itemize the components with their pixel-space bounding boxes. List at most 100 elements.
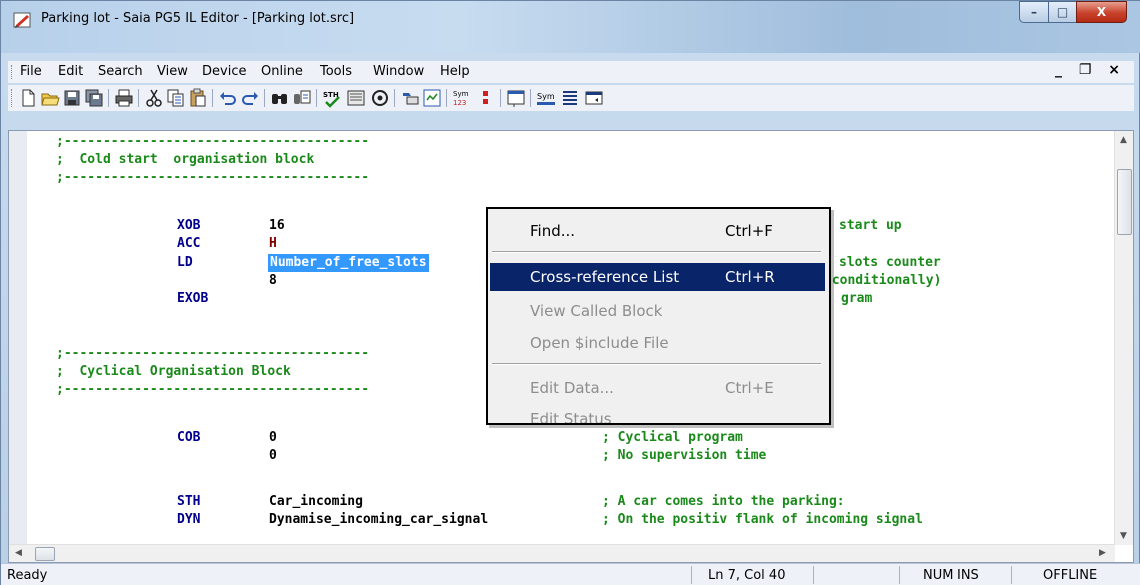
code-line: ; Cold start organisation block: [56, 152, 315, 167]
code-line: ;---------------------------------------: [56, 346, 370, 361]
online-icon[interactable]: [370, 88, 390, 108]
maximize-button[interactable]: □: [1048, 1, 1077, 23]
menu-window[interactable]: Window: [373, 64, 424, 79]
code-instruction: EXOB: [177, 291, 209, 306]
close-button[interactable]: X: [1076, 1, 1127, 23]
find-icon[interactable]: [270, 88, 290, 108]
minimize-button[interactable]: –: [1019, 1, 1049, 23]
print-icon[interactable]: [114, 88, 134, 108]
menu-item-label: Cross-reference List: [530, 268, 680, 286]
code-argument: H: [269, 236, 277, 251]
spell-check-icon[interactable]: STH: [322, 88, 342, 108]
code-argument: Dynamise_incoming_car_signal: [269, 512, 489, 527]
code-line: ;---------------------------------------: [56, 382, 370, 397]
menu-help[interactable]: Help: [440, 64, 470, 79]
watch-window-icon[interactable]: [506, 88, 526, 108]
selected-text[interactable]: Number_of_free_slots: [268, 254, 429, 272]
scroll-down-icon[interactable]: ▼: [1120, 531, 1127, 541]
title-bar[interactable]: Parking lot - Saia PG5 IL Editor - [Park…: [1, 1, 1140, 53]
dock-icon[interactable]: [584, 88, 604, 108]
code-comment: gram: [841, 291, 873, 306]
save-all-icon[interactable]: [84, 88, 104, 108]
svg-text:Sym: Sym: [453, 90, 469, 98]
context-menu: Find... Ctrl+F Cross-reference List Ctrl…: [486, 207, 831, 425]
app-icon: [13, 12, 31, 28]
vertical-scroll-thumb[interactable]: [1117, 169, 1132, 235]
code-argument: Car_incoming: [269, 494, 363, 509]
mdi-window-controls[interactable]: _ ❐ ×: [1055, 62, 1126, 78]
toolbar: STH Sym 123 Sym: [8, 85, 1134, 111]
code-comment: slots counter: [839, 255, 941, 270]
code-comment: ; A car comes into the parking:: [602, 494, 845, 509]
new-file-icon[interactable]: [18, 88, 38, 108]
scroll-left-icon[interactable]: ◀: [15, 548, 22, 558]
save-icon[interactable]: [62, 88, 82, 108]
menu-edit[interactable]: Edit: [58, 64, 83, 79]
device-icon[interactable]: [400, 88, 420, 108]
copy-icon[interactable]: [166, 88, 186, 108]
editor-gutter: [9, 131, 27, 545]
breakpoint-icon[interactable]: [476, 88, 496, 108]
menu-item-view-called-block[interactable]: View Called Block: [490, 297, 825, 325]
code-instruction: LD: [177, 255, 193, 270]
code-line: ;---------------------------------------: [56, 134, 370, 149]
menu-view[interactable]: View: [157, 64, 188, 79]
horizontal-scroll-thumb[interactable]: [35, 547, 55, 561]
replace-icon[interactable]: [292, 88, 312, 108]
code-comment: nconditionally): [824, 273, 942, 288]
menu-item-label: View Called Block: [530, 302, 663, 320]
connection-mode: OFFLINE: [1043, 568, 1098, 583]
code-line: ;---------------------------------------: [56, 170, 370, 185]
menu-item-edit-data[interactable]: Edit Data... Ctrl+E: [490, 374, 825, 402]
menu-item-open-include-file[interactable]: Open $include File: [490, 329, 825, 357]
menu-item-label: Find...: [530, 222, 576, 240]
scroll-up-icon[interactable]: ▲: [1120, 135, 1127, 145]
menu-online[interactable]: Online: [261, 64, 303, 79]
status-divider: [813, 566, 814, 584]
window-title: Parking lot - Saia PG5 IL Editor - [Park…: [41, 11, 355, 26]
code-comment: ; On the positiv flank of incoming signa…: [602, 512, 923, 527]
code-instruction: XOB: [177, 218, 201, 233]
status-bar: Ready Ln 7, Col 40 NUM INS OFFLINE: [1, 563, 1140, 585]
menu-item-cross-reference-list[interactable]: Cross-reference List Ctrl+R: [490, 263, 825, 291]
code-instruction: ACC: [177, 236, 201, 251]
menu-item-shortcut: Ctrl+E: [725, 379, 774, 397]
cut-icon[interactable]: [144, 88, 164, 108]
menu-grip[interactable]: [11, 65, 14, 79]
vertical-scrollbar[interactable]: ▲ ▼: [1114, 131, 1133, 545]
menu-separator: [492, 363, 821, 365]
status-divider: [899, 566, 900, 584]
menu-item-shortcut: Ctrl+F: [725, 222, 773, 240]
code-instruction: COB: [177, 430, 201, 445]
menu-item-edit-status[interactable]: Edit Status: [490, 405, 825, 425]
sym-icon[interactable]: Sym: [536, 88, 556, 108]
menu-item-label: Edit Status: [530, 410, 612, 425]
menu-item-find[interactable]: Find... Ctrl+F: [490, 217, 825, 245]
open-folder-icon[interactable]: [40, 88, 60, 108]
code-instruction: DYN: [177, 512, 201, 527]
undo-icon[interactable]: [218, 88, 238, 108]
symbol-editor-icon[interactable]: [422, 88, 442, 108]
redo-icon[interactable]: [240, 88, 260, 108]
code-line: ; Cyclical Organisation Block: [56, 364, 291, 379]
scroll-right-icon[interactable]: ▶: [1099, 548, 1106, 558]
code-comment: start up: [839, 218, 902, 233]
status-divider: [691, 566, 692, 584]
status-text: Ready: [7, 568, 48, 583]
app-window: Parking lot - Saia PG5 IL Editor - [Park…: [0, 0, 1140, 585]
menu-device[interactable]: Device: [202, 64, 246, 79]
horizontal-scrollbar[interactable]: ◀ ▶: [9, 544, 1115, 562]
code-instruction: STH: [177, 494, 201, 509]
menu-tools[interactable]: Tools: [320, 64, 352, 79]
svg-text:123: 123: [453, 99, 466, 107]
menu-search[interactable]: Search: [98, 64, 143, 79]
list-icon[interactable]: [560, 88, 580, 108]
sym-123-icon[interactable]: Sym123: [452, 88, 472, 108]
menu-file[interactable]: File: [20, 64, 42, 79]
code-argument: 0: [269, 430, 277, 445]
build-icon[interactable]: [346, 88, 366, 108]
num-lock-indicator: NUM: [923, 568, 954, 583]
insert-mode-indicator: INS: [957, 568, 979, 583]
paste-icon[interactable]: [188, 88, 208, 108]
cursor-position: Ln 7, Col 40: [708, 568, 786, 583]
